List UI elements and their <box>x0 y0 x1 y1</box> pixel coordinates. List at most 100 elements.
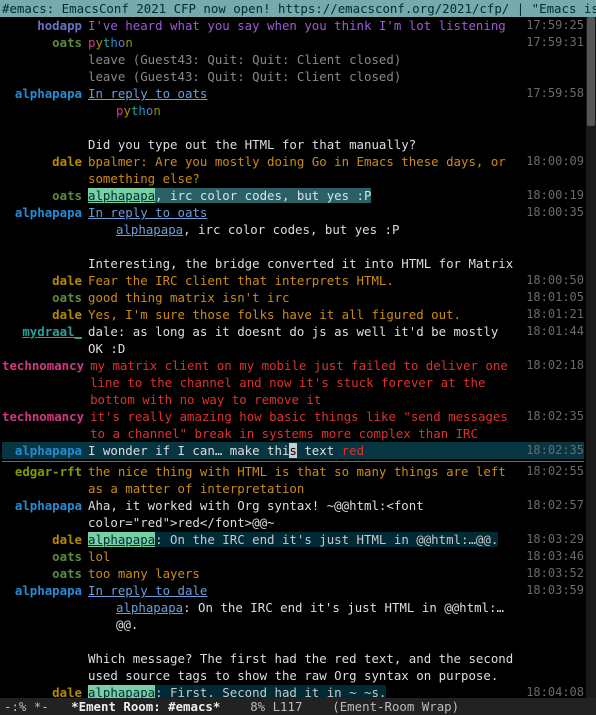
timestamp: 17:59:58 <box>526 85 584 102</box>
chat-row: alphapapaIn reply to dale18:03:59 <box>2 582 584 599</box>
message-separator <box>2 461 584 462</box>
nick-label: oats <box>2 289 88 306</box>
timestamp: 18:02:35 <box>526 442 584 459</box>
message-body: Yes, I'm sure those folks have it all fi… <box>88 306 584 323</box>
message-body: the nice thing with HTML is that so many… <box>88 463 584 497</box>
chat-row: dalebpalmer: Are you mostly doing Go in … <box>2 153 584 187</box>
reply-link[interactable]: In reply to <box>88 205 178 220</box>
timestamp: 18:03:29 <box>526 531 584 548</box>
chat-row: leave (Guest43: Quit: Quit: Client close… <box>2 68 584 85</box>
timestamp: 18:02:18 <box>526 357 584 374</box>
chat-row: alphapapaAha, it worked with Org syntax!… <box>2 497 584 531</box>
chat-row: alphapapa, irc color codes, but yes :P <box>2 221 584 238</box>
timestamp: 18:03:46 <box>526 548 584 565</box>
chat-row: leave (Guest43: Quit: Quit: Client close… <box>2 51 584 68</box>
chat-row: alphapapaIn reply to oats18:00:35 <box>2 204 584 221</box>
chat-row: alphapapa: On the IRC end it's just HTML… <box>2 599 584 633</box>
timestamp: 17:59:31 <box>526 34 584 51</box>
modeline-flags: -:% *- <box>4 699 49 714</box>
timestamp: 18:01:21 <box>526 306 584 323</box>
timestamp: 18:00:09 <box>526 153 584 170</box>
message-body: I wonder if I can… make this text red <box>88 442 584 459</box>
message-body: dale: as long as it doesnt do js as well… <box>88 323 584 357</box>
message-body: In reply to oats <box>88 85 584 102</box>
scrollbar-track[interactable] <box>586 17 596 698</box>
reply-link[interactable]: In reply to <box>88 583 178 598</box>
mode-line: -:% *- *Ement Room: #emacs* 8% L117 (Eme… <box>0 698 596 715</box>
message-body: it's really amazing how basic things lik… <box>90 408 584 442</box>
chat-row: technomancyit's really amazing how basic… <box>2 408 584 442</box>
timestamp: 18:00:19 <box>526 187 584 204</box>
scrollbar-thumb[interactable] <box>587 17 595 126</box>
timestamp: 17:59:25 <box>526 17 584 34</box>
nick-label: alphapapa <box>2 582 88 599</box>
reply-link[interactable]: oats <box>178 205 208 220</box>
timestamp: 18:01:44 <box>526 323 584 340</box>
nick-label: technomancy <box>2 408 90 425</box>
nick-label: dale <box>2 531 88 548</box>
timestamp: 18:03:52 <box>526 565 584 582</box>
message-body: I've heard what you say when you think I… <box>88 17 584 34</box>
message-body: Fear the IRC client that interprets HTML… <box>88 272 584 289</box>
nick-label: dale <box>2 684 88 698</box>
timestamp: 18:04:08 <box>526 684 584 698</box>
modeline-buffer: *Ement Room: #emacs* <box>71 699 220 714</box>
nick-label: oats <box>2 565 88 582</box>
nick-label: hodapp <box>2 17 88 34</box>
chat-log[interactable]: hodappI've heard what you say when you t… <box>0 17 586 698</box>
message-body: lol <box>88 548 584 565</box>
message-body: alphapapa: First. Second had it in ~ ~s. <box>88 684 584 698</box>
chat-row: daleFear the IRC client that interprets … <box>2 272 584 289</box>
chat-row: oatspython 17:59:31 <box>2 34 584 51</box>
nick-label: dale <box>2 306 88 323</box>
chat-row: Did you type out the HTML for that manua… <box>2 136 584 153</box>
timestamp: 18:03:59 <box>526 582 584 599</box>
message-body: In reply to oats <box>88 204 584 221</box>
message-body: good thing matrix isn't irc <box>88 289 584 306</box>
modeline-mode: (Ement-Room Wrap) <box>332 699 459 714</box>
chat-row: hodappI've heard what you say when you t… <box>2 17 584 34</box>
timestamp: 18:02:57 <box>526 497 584 514</box>
reply-link[interactable]: alphapapa <box>116 600 183 615</box>
timestamp: 18:02:55 <box>526 463 584 480</box>
rainbow-text: python <box>88 35 133 50</box>
timestamp: 18:00:35 <box>526 204 584 221</box>
message-body: bpalmer: Are you mostly doing Go in Emac… <box>88 153 584 187</box>
message-body: too many layers <box>88 565 584 582</box>
chat-row: alphapapaIn reply to oats17:59:58 <box>2 85 584 102</box>
message-body: leave (Guest43: Quit: Quit: Client close… <box>88 51 584 68</box>
chat-row: alphapapaI wonder if I can… make this te… <box>2 442 584 459</box>
chat-row: Which message? The first had the red tex… <box>2 650 584 684</box>
message-body: alphapapa: On the IRC end it's just HTML… <box>88 531 584 548</box>
nick-label: dale <box>2 272 88 289</box>
channel-topic: #emacs: EmacsConf 2021 CFP now open! htt… <box>0 0 596 17</box>
message-body: alphapapa: On the IRC end it's just HTML… <box>88 599 584 633</box>
rainbow-text: python <box>116 103 161 118</box>
chat-row: oatslol18:03:46 <box>2 548 584 565</box>
chat-row: oatsalphapapa, irc color codes, but yes … <box>2 187 584 204</box>
chat-row: daleYes, I'm sure those folks have it al… <box>2 306 584 323</box>
nick-label: dale <box>2 153 88 170</box>
modeline-position: 8% L117 <box>250 699 302 714</box>
reply-link[interactable]: alphapapa <box>116 222 183 237</box>
timestamp: 18:00:50 <box>526 272 584 289</box>
reply-link[interactable]: dale <box>178 583 208 598</box>
nick-label: oats <box>2 34 88 51</box>
message-body: alphapapa, irc color codes, but yes :P <box>88 221 584 238</box>
chat-row: python <box>2 102 584 119</box>
message-body: leave (Guest43: Quit: Quit: Client close… <box>88 68 584 85</box>
chat-row: edgar-rftthe nice thing with HTML is tha… <box>2 463 584 497</box>
nick-label: oats <box>2 187 88 204</box>
reply-link[interactable]: oats <box>178 86 208 101</box>
message-body: Which message? The first had the red tex… <box>88 650 584 684</box>
nick-label: alphapapa <box>2 497 88 514</box>
chat-row: mydraal_dale: as long as it doesnt do js… <box>2 323 584 357</box>
message-body: python <box>88 34 584 51</box>
reply-link[interactable]: In reply to <box>88 86 178 101</box>
message-body: alphapapa, irc color codes, but yes :P <box>88 187 584 204</box>
chat-row: technomancymy matrix client on my mobile… <box>2 357 584 408</box>
nick-label: oats <box>2 548 88 565</box>
message-body: In reply to dale <box>88 582 584 599</box>
nick-label: mydraal_ <box>2 323 88 340</box>
nick-label: edgar-rft <box>2 463 88 480</box>
